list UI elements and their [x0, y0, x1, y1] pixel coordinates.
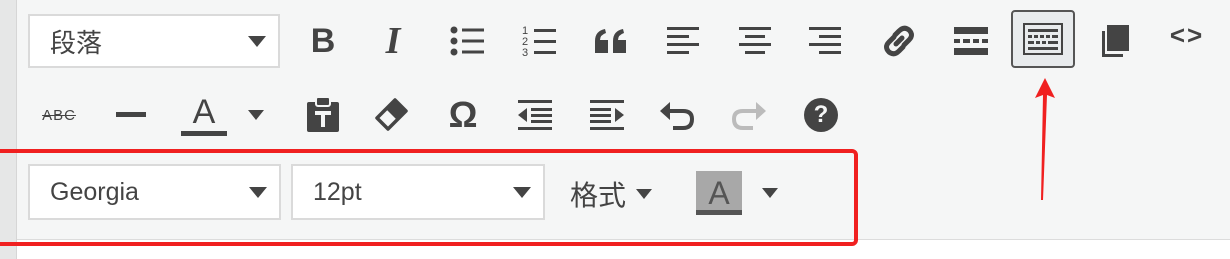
- chevron-down-icon: [762, 188, 778, 198]
- background-color-dropdown[interactable]: [750, 166, 790, 220]
- indent-icon: [590, 100, 624, 130]
- help-glyph: ?: [813, 101, 829, 128]
- bulleted-list-icon: [450, 26, 484, 56]
- toolbar-toggle-button[interactable]: [1011, 10, 1075, 68]
- align-center-button[interactable]: [728, 14, 782, 68]
- chevron-down-icon: [513, 186, 531, 198]
- read-more-button[interactable]: [944, 14, 998, 68]
- outdent-icon: [518, 100, 552, 130]
- chevron-down-icon: [249, 186, 267, 198]
- indent-button[interactable]: [580, 88, 634, 142]
- strikethrough-button[interactable]: ABC: [32, 88, 86, 142]
- background-color-icon: A: [708, 174, 730, 211]
- italic-icon: I: [385, 20, 401, 62]
- text-color-button[interactable]: A: [176, 88, 232, 142]
- link-icon: [884, 25, 914, 57]
- editor-left-border: [0, 0, 17, 259]
- text-color-swatch: [181, 130, 227, 136]
- chevron-down-icon: [248, 35, 266, 47]
- clear-formatting-button[interactable]: [364, 88, 418, 142]
- strikethrough-icon: ABC: [42, 106, 76, 124]
- special-character-button[interactable]: Ω: [436, 88, 490, 142]
- bold-button[interactable]: B: [296, 14, 350, 68]
- help-button[interactable]: ?: [794, 88, 848, 142]
- horizontal-line-button[interactable]: [104, 88, 158, 142]
- copy-button[interactable]: [1088, 14, 1142, 68]
- align-center-icon: [739, 27, 771, 54]
- paste-text-icon: [307, 96, 339, 132]
- formats-label: 格式: [570, 180, 627, 211]
- chevron-down-icon: [248, 110, 264, 120]
- italic-button[interactable]: I: [366, 14, 420, 68]
- annotation-arrow-icon: [1035, 78, 1055, 200]
- paragraph-format-value: 段落: [50, 27, 103, 58]
- bulleted-list-button[interactable]: [440, 14, 494, 68]
- formats-menu-button[interactable]: 格式: [570, 174, 653, 214]
- align-left-icon: [667, 27, 699, 54]
- bold-icon: B: [310, 21, 336, 60]
- undo-button[interactable]: [650, 88, 704, 142]
- keyboard-icon: [1023, 23, 1063, 55]
- copy-icon: [1102, 25, 1129, 57]
- background-color-button[interactable]: A: [696, 171, 742, 215]
- editor-content-area[interactable]: [17, 239, 1230, 259]
- code-button[interactable]: <>: [1160, 8, 1214, 62]
- quote-icon: [595, 29, 626, 53]
- help-icon: ?: [804, 98, 838, 132]
- eraser-icon: [375, 98, 408, 131]
- text-color-icon: A: [192, 92, 216, 131]
- numbered-list-button[interactable]: 1 2 3: [512, 14, 566, 68]
- font-family-value: Georgia: [50, 177, 139, 206]
- horizontal-line-icon: [116, 112, 146, 117]
- font-size-select[interactable]: 12pt: [291, 164, 545, 220]
- code-icon: <>: [1169, 19, 1205, 50]
- chevron-down-icon: [636, 189, 653, 199]
- font-family-select[interactable]: Georgia: [28, 164, 281, 220]
- undo-icon: [660, 102, 695, 130]
- read-more-icon: [954, 27, 988, 55]
- align-right-button[interactable]: [798, 14, 852, 68]
- outdent-button[interactable]: [508, 88, 562, 142]
- align-left-button[interactable]: [656, 14, 710, 68]
- background-color-swatch: [696, 210, 742, 215]
- paragraph-format-select[interactable]: 段落: [28, 14, 280, 68]
- align-right-icon: [809, 27, 841, 54]
- numbered-digit: 3: [522, 47, 528, 58]
- numbered-list-icon: 1 2 3: [522, 25, 556, 58]
- insert-link-button[interactable]: [872, 14, 926, 68]
- omega-icon: Ω: [448, 94, 478, 135]
- font-size-value: 12pt: [313, 177, 362, 206]
- text-color-dropdown[interactable]: [236, 88, 276, 142]
- redo-icon: [731, 102, 766, 130]
- blockquote-button[interactable]: [584, 14, 638, 68]
- paste-as-text-button[interactable]: [296, 88, 350, 142]
- redo-button[interactable]: [722, 88, 776, 142]
